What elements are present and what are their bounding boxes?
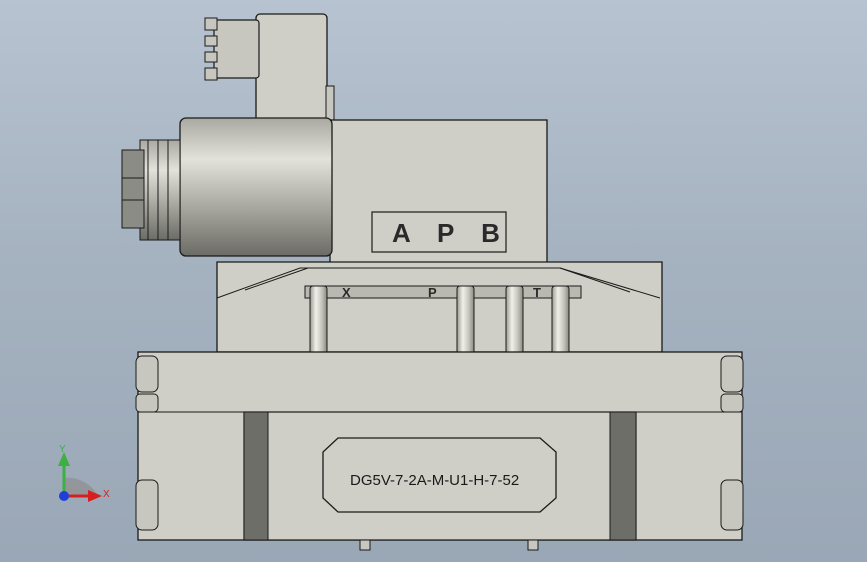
port-label-p: P [428,285,437,300]
valve-body-upper: X P T [216,261,663,353]
solenoid-housing: A P B [329,119,548,266]
solenoid-coil [121,117,333,257]
z-axis-dot [59,491,69,501]
model-part-label: DG5V-7-2A-M-U1-H-7-52 [350,472,519,489]
port-label-t: T [533,285,541,300]
port-label-x: X [342,285,351,300]
brand-plate-text: A P B [392,218,510,248]
model-canvas[interactable]: A P B X P T DG5V-7-2A-M-U1-H-7-52 Y X [0,0,867,562]
graphics-viewport[interactable]: A P B X P T DG5V-7-2A-M-U1-H-7-52 Y X [0,0,867,562]
reference-triad[interactable]: Y X [58,444,110,502]
connector-plug [204,13,335,135]
x-axis-label: X [103,489,110,500]
valve-body-lower: DG5V-7-2A-M-U1-H-7-52 [135,351,744,551]
y-axis-label: Y [59,444,66,455]
